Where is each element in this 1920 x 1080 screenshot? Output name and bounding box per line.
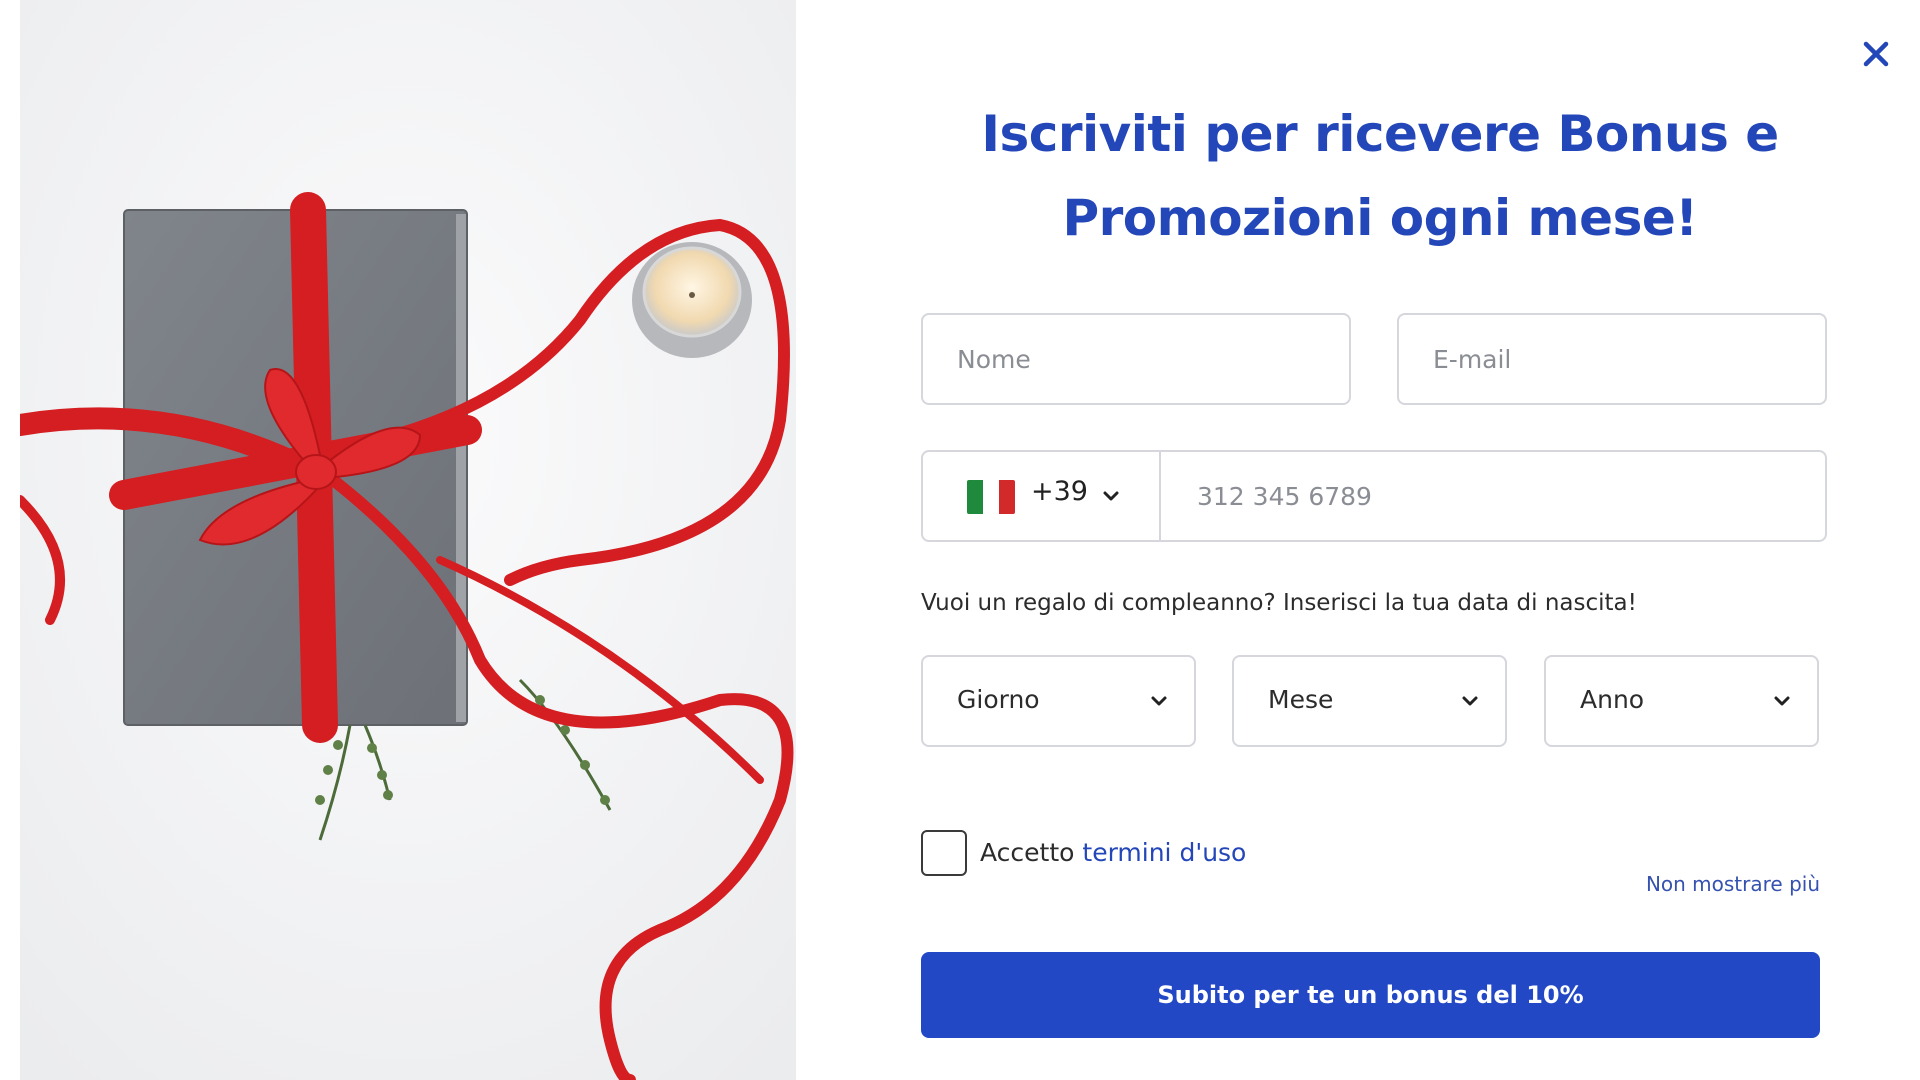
chevron-down-icon: [1774, 696, 1790, 706]
day-select-label: Giorno: [957, 685, 1040, 714]
close-button[interactable]: [1858, 36, 1894, 72]
day-select[interactable]: Giorno: [921, 655, 1196, 747]
gift-box-illustration: [20, 0, 796, 1080]
phone-field-group: +39: [921, 450, 1827, 542]
signup-modal: Iscriviti per ricevere Bonus e Promozion…: [0, 0, 1920, 1080]
terms-prefix: Accetto: [980, 838, 1083, 867]
name-input[interactable]: [921, 313, 1351, 405]
chevron-down-icon: [1151, 696, 1167, 706]
italy-flag-icon: [967, 480, 1015, 514]
dial-code: +39: [1031, 476, 1088, 507]
terms-checkbox[interactable]: [921, 830, 967, 876]
chevron-down-icon: [1103, 491, 1119, 501]
month-select-label: Mese: [1268, 685, 1334, 714]
month-select[interactable]: Mese: [1232, 655, 1507, 747]
email-input[interactable]: [1397, 313, 1827, 405]
submit-button[interactable]: Subito per te un bonus del 10%: [921, 952, 1820, 1038]
chevron-down-icon: [1462, 696, 1478, 706]
modal-title: Iscriviti per ricevere Bonus e Promozion…: [981, 105, 1779, 247]
country-code-select[interactable]: +39: [923, 452, 1161, 540]
terms-link[interactable]: termini d'uso: [1082, 838, 1246, 867]
terms-label: Accetto termini d'uso: [980, 838, 1246, 867]
hero-image: [20, 0, 796, 1080]
close-icon: [1863, 41, 1889, 67]
year-select-label: Anno: [1580, 685, 1645, 714]
birthday-label: Vuoi un regalo di compleanno? Inserisci …: [921, 590, 1637, 616]
year-select[interactable]: Anno: [1544, 655, 1819, 747]
phone-input[interactable]: [1163, 452, 1825, 540]
dont-show-again-link[interactable]: Non mostrare più: [1500, 872, 1820, 896]
